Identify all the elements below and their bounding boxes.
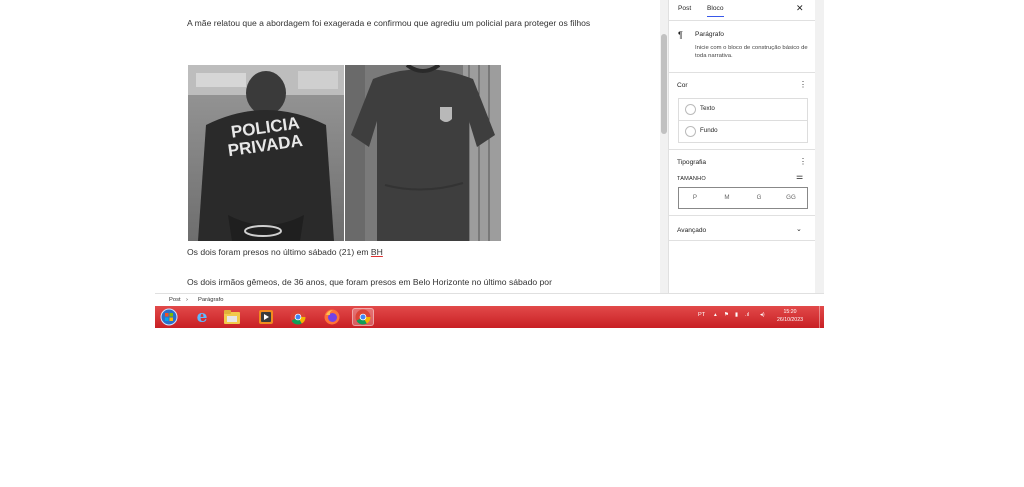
caption-link[interactable]: BH bbox=[371, 247, 383, 257]
size-label: TAMANHO bbox=[677, 176, 706, 182]
chevron-down-icon[interactable]: ⌄ bbox=[796, 225, 802, 233]
volume-icon[interactable]: ◂) bbox=[760, 312, 765, 318]
paragraph-block-2[interactable]: Os dois irmãos gêmeos, de 36 anos, que f… bbox=[187, 274, 627, 291]
paragraph-block[interactable]: A mãe relatou que a abordagem foi exager… bbox=[187, 15, 627, 32]
sidebar-tabs: Post Bloco ✕ bbox=[669, 0, 816, 21]
chrome-active-window-icon[interactable] bbox=[352, 308, 374, 326]
color-text-label: Texto bbox=[700, 105, 715, 112]
divider bbox=[669, 72, 816, 73]
color-panel-title: Cor bbox=[677, 82, 688, 89]
size-option-m[interactable]: M bbox=[711, 188, 743, 208]
media-player-icon[interactable] bbox=[255, 308, 277, 326]
block-description: Inicie com o bloco de construção básico … bbox=[695, 45, 808, 59]
editor-canvas[interactable]: A mãe relatou que a abordagem foi exager… bbox=[155, 0, 660, 293]
system-clock[interactable]: 15:20 26/10/2023 bbox=[777, 308, 803, 324]
size-option-p[interactable]: P bbox=[679, 188, 711, 208]
clock-time: 15:20 bbox=[783, 309, 797, 315]
divider bbox=[669, 215, 816, 216]
divider bbox=[669, 149, 816, 150]
sliders-icon[interactable]: ⚌ bbox=[796, 172, 803, 181]
swatch-icon bbox=[685, 126, 696, 137]
action-center-flag-icon[interactable]: ⚑ bbox=[724, 312, 729, 318]
breadcrumb-root[interactable]: Post bbox=[169, 297, 181, 303]
font-size-picker: P M G GG bbox=[678, 187, 808, 209]
language-indicator[interactable]: PT bbox=[698, 312, 705, 318]
divider bbox=[669, 240, 816, 241]
tab-block[interactable]: Bloco bbox=[707, 5, 724, 17]
size-option-gg[interactable]: GG bbox=[775, 188, 807, 208]
paragraph-icon: ¶ bbox=[678, 30, 683, 40]
editor-scrollbar-thumb[interactable] bbox=[661, 34, 667, 134]
breadcrumb-separator: › bbox=[186, 297, 188, 303]
image-caption[interactable]: Os dois foram presos no último sábado (2… bbox=[187, 244, 383, 261]
show-desktop-button[interactable] bbox=[819, 306, 824, 328]
breadcrumb: Post › Parágrafo bbox=[155, 293, 824, 307]
sidebar-scrollbar[interactable] bbox=[815, 0, 824, 293]
file-explorer-icon[interactable] bbox=[221, 308, 243, 326]
advanced-panel-title[interactable]: Avançado bbox=[677, 227, 706, 234]
typography-options-icon[interactable]: ⋮ bbox=[799, 157, 807, 166]
caption-text: Os dois foram presos no último sábado (2… bbox=[187, 247, 371, 257]
settings-sidebar: Post Bloco ✕ ¶ Parágrafo Inicie com o bl… bbox=[668, 0, 816, 293]
block-name: Parágrafo bbox=[695, 31, 724, 38]
battery-icon[interactable]: ▮ bbox=[735, 312, 738, 318]
swatch-icon bbox=[685, 104, 696, 115]
photo-man-tshirt[interactable] bbox=[345, 65, 501, 241]
taskbar: e PT ▴ ⚑ ▮ .ıl ◂) 15:20 26/10/2023 bbox=[155, 306, 824, 328]
color-background-label: Fundo bbox=[700, 127, 718, 134]
start-orb-icon[interactable] bbox=[158, 308, 180, 326]
color-options-icon[interactable]: ⋮ bbox=[799, 80, 807, 89]
tab-post[interactable]: Post bbox=[678, 5, 691, 12]
typography-panel-title: Tipografia bbox=[677, 159, 707, 166]
clock-date: 26/10/2023 bbox=[777, 317, 803, 323]
firefox-icon[interactable] bbox=[321, 308, 343, 326]
color-panel: Texto Fundo bbox=[678, 98, 808, 143]
network-signal-icon[interactable]: .ıl bbox=[745, 312, 749, 318]
image-gallery[interactable]: POLICIA PRIVADA bbox=[188, 65, 501, 241]
screen: A mãe relatou que a abordagem foi exager… bbox=[155, 0, 824, 328]
chrome-icon[interactable] bbox=[287, 308, 309, 326]
internet-explorer-icon[interactable]: e bbox=[191, 308, 213, 326]
breadcrumb-current[interactable]: Parágrafo bbox=[198, 297, 223, 303]
photo-arrested-man-back[interactable]: POLICIA PRIVADA bbox=[188, 65, 344, 241]
color-text-option[interactable]: Texto bbox=[679, 99, 807, 120]
close-icon[interactable]: ✕ bbox=[796, 3, 804, 14]
show-hidden-icons-icon[interactable]: ▴ bbox=[714, 312, 717, 318]
size-option-g[interactable]: G bbox=[743, 188, 775, 208]
color-background-option[interactable]: Fundo bbox=[679, 120, 807, 142]
